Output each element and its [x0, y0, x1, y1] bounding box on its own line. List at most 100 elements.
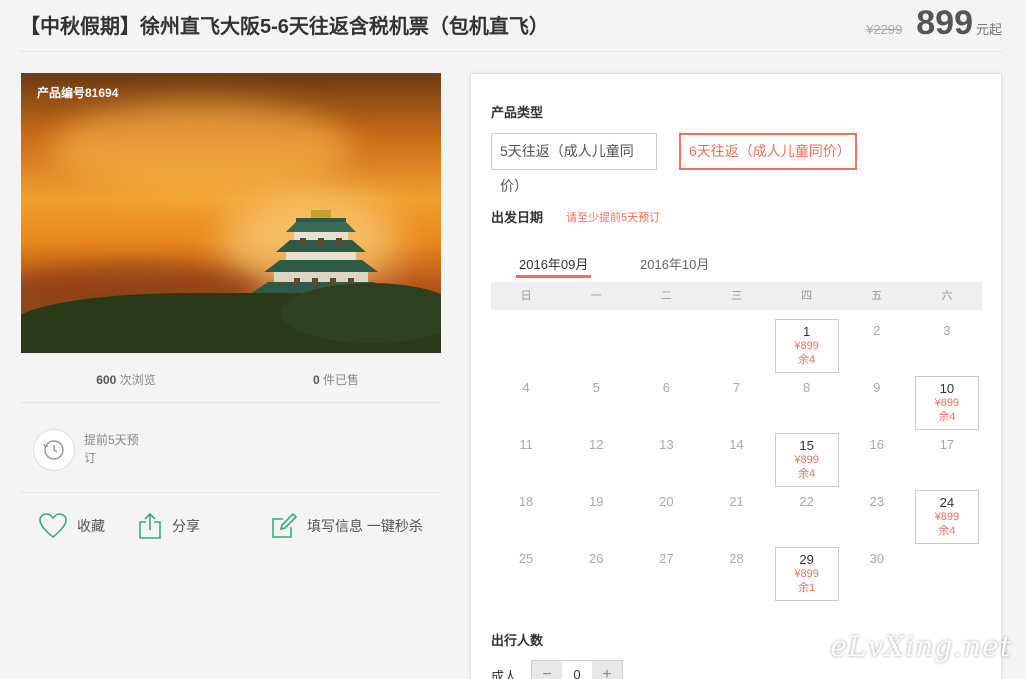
- fill-info-button[interactable]: 填写信息 一键秒杀: [271, 513, 423, 539]
- action-bar: 收藏 分享 填写信息 一键秒杀: [21, 493, 441, 559]
- day-price: ¥899: [934, 397, 960, 409]
- day-number: 13: [659, 437, 674, 452]
- calendar-day: 3: [915, 319, 979, 373]
- stats-bar: 600 次浏览 0 件已售: [21, 353, 441, 403]
- weekday-label: 四: [801, 290, 813, 302]
- calendar-day-available[interactable]: 15 ¥899 余4: [774, 433, 839, 487]
- day-stock: 余4: [798, 468, 816, 480]
- day-number: 4: [522, 380, 530, 395]
- calendar-week: 18 19 20 21 22 23 24 ¥899 余4: [491, 490, 982, 547]
- calendar-week: 1 ¥899 余4 2 3: [491, 319, 982, 376]
- day-number: 10: [939, 381, 955, 396]
- advance-booking-notice: 提前5天预订: [21, 403, 441, 493]
- advance-booking-text: 提前5天预订: [84, 433, 139, 465]
- calendar-day-available[interactable]: 10 ¥899 余4: [914, 376, 979, 430]
- sold-count: 0 件已售: [312, 373, 360, 387]
- day-number: 15: [799, 438, 814, 453]
- current-price: 899: [916, 4, 973, 42]
- calendar-day: 12: [564, 433, 628, 487]
- calendar-day: 9: [845, 376, 909, 430]
- increase-button[interactable]: +: [592, 661, 623, 679]
- share-icon: [139, 513, 161, 539]
- day-number: 26: [588, 551, 604, 566]
- calendar-day: 19: [564, 490, 628, 544]
- calendar-week: 4 5 6 7 8 9 10 ¥899 余4: [491, 376, 982, 433]
- day-number: 6: [662, 380, 670, 395]
- day-number: 20: [659, 494, 674, 509]
- share-label: 分享: [172, 518, 200, 534]
- weekday-label: 三: [730, 290, 742, 302]
- day-number: 8: [803, 380, 811, 395]
- watermark: eLvXing.net: [830, 630, 1012, 663]
- weekday-label: 五: [871, 290, 883, 302]
- adult-label: 成人: [491, 668, 518, 679]
- calendar-day: 18: [494, 490, 558, 544]
- calendar-weekday-header: 日一二三四五六: [491, 282, 982, 310]
- day-number: 23: [869, 494, 884, 509]
- day-price: ¥899: [934, 511, 960, 523]
- day-stock: 余4: [798, 354, 816, 366]
- calendar-day: 4: [494, 376, 558, 430]
- price-box: ¥2299 899 元起: [866, 4, 1002, 43]
- calendar-day: 30: [845, 547, 909, 601]
- calendar-day: 22: [775, 490, 839, 544]
- original-price: ¥2299: [866, 22, 903, 37]
- adult-count-row: 成人 − 0 +: [491, 660, 624, 679]
- clock-icon: [33, 429, 75, 471]
- calendar-day: 5: [564, 376, 628, 430]
- weekday-label: 六: [941, 290, 953, 302]
- day-number: 2: [873, 323, 881, 338]
- calendar-day: 23: [845, 490, 909, 544]
- day-number: 21: [729, 494, 744, 509]
- booking-panel: 产品类型 5天往返（成人儿童同价） 6天往返（成人儿童同价） 出发日期 请至少提…: [470, 73, 1002, 679]
- calendar-day-available[interactable]: 29 ¥899 余1: [774, 547, 839, 601]
- price-unit: 元起: [975, 22, 1002, 37]
- calendar-day: 2: [845, 319, 909, 373]
- day-number: 30: [869, 551, 884, 566]
- favorite-label: 收藏: [77, 518, 105, 534]
- day-number: 22: [799, 494, 814, 509]
- adult-quantity-stepper: − 0 +: [531, 660, 624, 679]
- product-type-label: 产品类型: [491, 105, 544, 120]
- fill-info-label: 填写信息 一键秒杀: [307, 518, 423, 534]
- travelers-label: 出行人数: [491, 633, 544, 648]
- option-5day[interactable]: 5天往返（成人儿童同价）: [491, 133, 657, 194]
- calendar-day-available[interactable]: 24 ¥899 余4: [914, 490, 979, 544]
- favorite-button[interactable]: 收藏: [39, 513, 105, 539]
- calendar-day: 6: [634, 376, 698, 430]
- calendar-day: 28: [704, 547, 768, 601]
- calendar-week: 25 26 27 28 29 ¥899 余1 30: [491, 547, 982, 604]
- tab-month-2016-10[interactable]: 2016年10月: [640, 254, 709, 273]
- share-button[interactable]: 分享: [138, 513, 200, 539]
- day-stock: 余4: [938, 411, 956, 423]
- day-number: 3: [943, 323, 951, 338]
- day-number: 27: [659, 551, 674, 566]
- departure-date-label: 出发日期: [491, 210, 544, 225]
- day-number: 16: [869, 437, 884, 452]
- day-number: 18: [518, 494, 534, 509]
- left-column: 产品编号81694 600 次浏览 0 件已售 提前5天预订 收藏 分享 填写信…: [21, 73, 441, 559]
- day-price: ¥899: [794, 340, 819, 352]
- day-number: 9: [873, 380, 881, 395]
- calendar-day-available[interactable]: 1 ¥899 余4: [774, 319, 839, 373]
- calendar-day: 20: [634, 490, 698, 544]
- booking-hint: 请至少提前5天预订: [566, 212, 661, 224]
- option-6day[interactable]: 6天往返（成人儿童同价）: [679, 133, 857, 170]
- tab-month-2016-09[interactable]: 2016年09月: [516, 254, 592, 278]
- edit-icon: [272, 513, 297, 538]
- day-price: ¥899: [794, 454, 819, 466]
- day-number: 1: [803, 324, 811, 339]
- calendar-day: 25: [494, 547, 558, 601]
- calendar-day: 8: [775, 376, 839, 430]
- day-number: 7: [732, 380, 741, 395]
- day-number: 29: [799, 552, 814, 567]
- day-number: 12: [588, 437, 604, 452]
- day-stock: 余4: [938, 525, 956, 537]
- decrease-button[interactable]: −: [532, 661, 563, 679]
- calendar-week: 11 12 13 14 15 ¥899 余4 16 17: [491, 433, 982, 490]
- calendar-day: 11: [494, 433, 558, 487]
- weekday-label: 一: [590, 290, 602, 302]
- day-stock: 余1: [798, 582, 816, 594]
- day-number: 24: [939, 495, 955, 510]
- adult-count-value[interactable]: 0: [562, 661, 593, 679]
